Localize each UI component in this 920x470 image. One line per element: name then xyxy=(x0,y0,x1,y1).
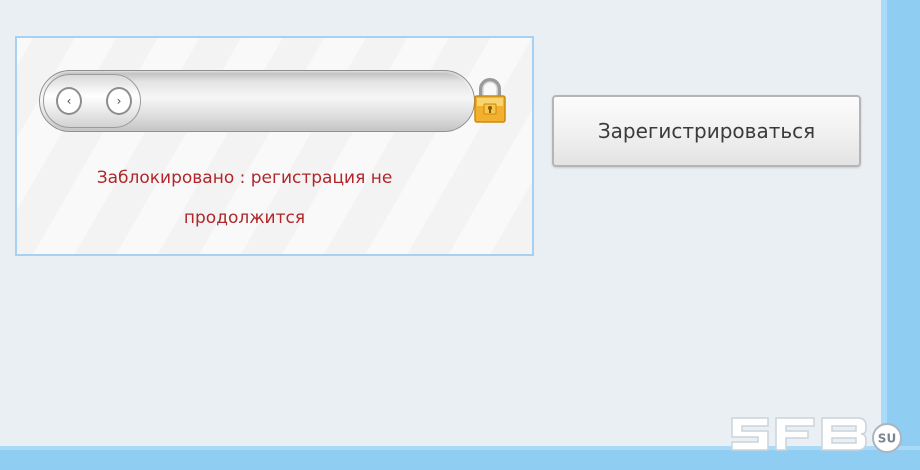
slider-track[interactable]: ‹ › xyxy=(39,70,475,132)
window-frame-right-highlight xyxy=(881,0,887,470)
chevron-left-icon: ‹ xyxy=(56,87,82,115)
site-logo: SU xyxy=(731,417,902,453)
status-line-2: продолжится xyxy=(183,208,306,228)
slider-handle[interactable]: ‹ › xyxy=(43,74,141,128)
register-button[interactable]: Зарегистрироваться xyxy=(552,95,861,167)
lock-icon xyxy=(474,78,506,123)
status-line-1: Заблокировано : регистрация не xyxy=(96,168,393,188)
chevron-right-icon: › xyxy=(106,87,132,115)
svg-text:SU: SU xyxy=(878,432,896,446)
lock-status-message: Заблокировано : регистрация не продолжит… xyxy=(17,158,472,238)
slider-captcha-panel: ‹ › Заблокировано : регистрация не продо… xyxy=(15,36,534,256)
